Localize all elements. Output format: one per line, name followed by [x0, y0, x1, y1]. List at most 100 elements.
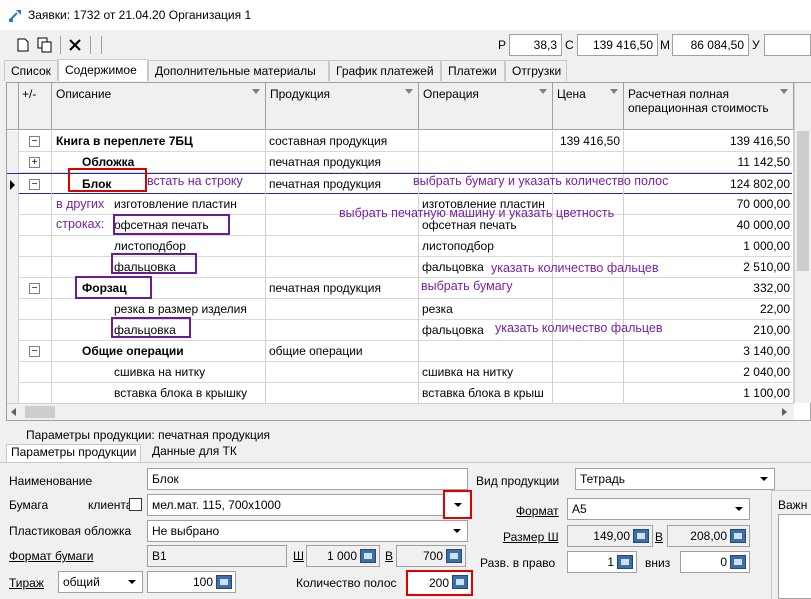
run-type-select[interactable]: общий: [58, 571, 143, 593]
collapse-icon[interactable]: −: [29, 346, 40, 357]
cost-cell[interactable]: 332,00: [624, 278, 794, 299]
paper-select[interactable]: мел.мат. 115, 700x1000: [147, 494, 467, 516]
product-cell[interactable]: печатная продукция: [266, 174, 419, 195]
calculator-icon[interactable]: [617, 555, 633, 569]
calculator-icon[interactable]: [360, 549, 376, 563]
row-indicator[interactable]: [7, 215, 19, 236]
format-select[interactable]: А5: [567, 498, 750, 520]
tab-additional-materials[interactable]: Дополнительные материалы: [148, 60, 329, 81]
paper-format-field[interactable]: B1: [147, 545, 287, 567]
cost-cell[interactable]: 1 000,00: [624, 236, 794, 257]
product-cell[interactable]: [266, 299, 419, 320]
product-cell[interactable]: [266, 257, 419, 278]
delete-button[interactable]: [64, 34, 86, 56]
collapse-icon[interactable]: −: [29, 136, 40, 147]
product-cell[interactable]: [266, 383, 419, 404]
description-cell[interactable]: вставка блока в крышку: [52, 383, 266, 404]
cost-cell[interactable]: 2 040,00: [624, 362, 794, 383]
row-indicator[interactable]: [7, 131, 19, 152]
format-label[interactable]: Формат: [516, 504, 559, 518]
vertical-scrollbar[interactable]: [794, 83, 811, 403]
collapse-icon[interactable]: −: [29, 179, 40, 190]
table-row[interactable]: − Общие операции общие операции 3 140,00: [7, 341, 794, 362]
header-plusminus[interactable]: +/-: [19, 83, 52, 130]
description-cell[interactable]: сшивка на нитку: [52, 362, 266, 383]
tab-shipments[interactable]: Отгрузки: [505, 60, 567, 81]
scroll-left-icon[interactable]: [11, 408, 16, 416]
price-cell[interactable]: [553, 152, 624, 173]
price-cell[interactable]: [553, 383, 624, 404]
price-cell[interactable]: [553, 362, 624, 383]
size-w-label[interactable]: Размер Ш: [503, 530, 559, 544]
product-cell[interactable]: печатная продукция: [266, 152, 419, 173]
calculator-icon[interactable]: [446, 549, 462, 563]
calculator-icon[interactable]: [730, 529, 746, 543]
product-cell[interactable]: [266, 236, 419, 257]
operation-cell[interactable]: сшивка на нитку: [419, 362, 553, 383]
paper-dropdown-button[interactable]: [443, 490, 472, 519]
paper-format-label[interactable]: Формат бумаги: [9, 549, 93, 563]
calculator-icon[interactable]: [633, 529, 649, 543]
row-indicator[interactable]: [7, 194, 19, 215]
calculator-icon[interactable]: [730, 555, 746, 569]
copy-button[interactable]: [34, 34, 56, 56]
product-cell[interactable]: общие операции: [266, 341, 419, 362]
size-width-field[interactable]: 149,00: [567, 525, 653, 547]
price-cell[interactable]: [553, 236, 624, 257]
new-document-button[interactable]: [12, 34, 34, 56]
row-indicator[interactable]: [7, 278, 19, 299]
operation-cell[interactable]: вставка блока в крыш: [419, 383, 553, 404]
calculator-icon[interactable]: [452, 575, 468, 589]
chevron-down-icon[interactable]: [123, 573, 141, 591]
scroll-right-icon[interactable]: [782, 408, 787, 416]
size-height-field[interactable]: 208,00: [667, 525, 750, 547]
chevron-down-icon[interactable]: [448, 522, 466, 540]
tab-payment-schedule[interactable]: График платежей: [329, 60, 441, 81]
chevron-down-icon[interactable]: [755, 470, 773, 488]
paper-width-field[interactable]: 1 000: [306, 545, 380, 567]
table-row[interactable]: вставка блока в крышку вставка блока в кр…: [7, 383, 794, 404]
header-cost[interactable]: Расчетная полная операционная стоимость: [624, 83, 794, 130]
cost-cell[interactable]: 3 140,00: [624, 341, 794, 362]
tab-product-params[interactable]: Параметры продукции: [6, 444, 142, 462]
table-row[interactable]: сшивка на нитку сшивка на нитку 2 040,00: [7, 362, 794, 383]
scroll-thumb[interactable]: [25, 406, 55, 418]
product-cell[interactable]: составная продукция: [266, 131, 419, 152]
price-cell[interactable]: [553, 278, 624, 299]
row-indicator[interactable]: [7, 236, 19, 257]
product-kind-select[interactable]: Тетрадь: [575, 468, 775, 490]
scroll-thumb[interactable]: [797, 131, 809, 271]
calculator-icon[interactable]: [216, 575, 232, 589]
price-cell[interactable]: [553, 341, 624, 362]
table-row[interactable]: − Книга в переплете 7БЦ составная продукци…: [7, 131, 794, 152]
operation-cell[interactable]: резка: [419, 299, 553, 320]
cost-cell[interactable]: 22,00: [624, 299, 794, 320]
client-paper-checkbox[interactable]: [129, 498, 142, 511]
row-indicator[interactable]: [7, 362, 19, 383]
header-description[interactable]: Описание: [52, 83, 266, 130]
row-indicator[interactable]: [7, 383, 19, 404]
tab-tk-data[interactable]: Данные для ТК: [148, 444, 241, 462]
cost-cell[interactable]: 11 142,50: [624, 152, 794, 173]
operation-cell[interactable]: [419, 131, 553, 152]
cost-cell[interactable]: 70 000,00: [624, 194, 794, 215]
row-indicator[interactable]: [7, 341, 19, 362]
description-cell[interactable]: Книга в переплете 7БЦ: [52, 131, 266, 152]
price-cell[interactable]: 139 416,50: [553, 131, 624, 152]
tab-list[interactable]: Список: [4, 60, 58, 81]
product-cell[interactable]: печатная продукция: [266, 278, 419, 299]
paper-height-field[interactable]: 700: [396, 545, 466, 567]
row-indicator[interactable]: [7, 152, 19, 173]
spread-down-field[interactable]: 0: [680, 551, 750, 573]
operation-cell[interactable]: [419, 152, 553, 173]
name-field[interactable]: Блок: [147, 468, 468, 490]
row-indicator[interactable]: [7, 299, 19, 320]
tab-payments[interactable]: Платежи: [441, 60, 505, 81]
pages-field[interactable]: 200: [406, 570, 473, 596]
header-operation[interactable]: Операция: [419, 83, 553, 130]
plastic-cover-select[interactable]: Не выбрано: [147, 520, 468, 542]
product-cell[interactable]: [266, 320, 419, 341]
operation-cell[interactable]: листоподбор: [419, 236, 553, 257]
header-price[interactable]: Цена: [553, 83, 624, 130]
spread-right-field[interactable]: 1: [567, 551, 637, 573]
